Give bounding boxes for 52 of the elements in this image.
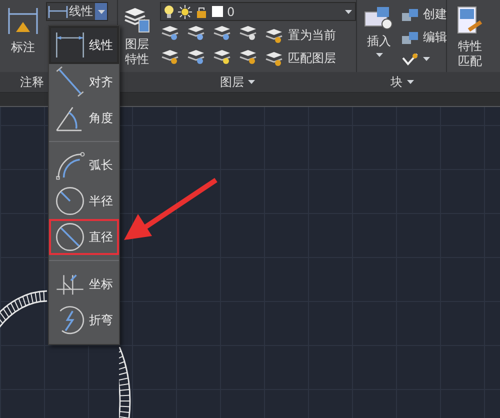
layers-icon — [123, 6, 151, 34]
dimension-button[interactable]: 标注 — [0, 0, 46, 72]
arc-dimension-icon — [53, 149, 87, 181]
menu-item[interactable]: 弧长 — [49, 147, 119, 183]
caret-icon — [406, 80, 414, 84]
linear-dimension-icon — [47, 6, 69, 18]
layers-icon[interactable] — [160, 48, 180, 64]
menu-item[interactable]: 折弯 — [49, 302, 119, 338]
match-properties-icon — [457, 6, 483, 36]
sun-icon — [178, 4, 192, 18]
menu-item[interactable]: 半径 — [49, 183, 119, 219]
layer-command[interactable]: 置为当前 — [264, 27, 336, 44]
panel-title: 注释 — [20, 74, 44, 90]
panel-title[interactable]: 块 — [390, 74, 414, 90]
insert-block-button[interactable]: 插入 — [357, 0, 401, 72]
layers-icon[interactable] — [212, 48, 232, 64]
caret-icon — [423, 57, 430, 61]
dropdown-arrow-icon — [345, 10, 352, 14]
layers-icon[interactable] — [238, 25, 258, 41]
color-swatch — [212, 6, 223, 17]
dimension-icon — [6, 6, 40, 36]
menu-item[interactable]: 线性 — [49, 26, 119, 64]
layers-icon[interactable] — [160, 25, 180, 41]
layer-properties-button[interactable]: 图层特性 — [118, 0, 156, 72]
layers-icon[interactable] — [212, 25, 232, 41]
truss-arc-drawing — [119, 347, 131, 418]
layers-icon — [264, 50, 284, 66]
radius-dimension-icon — [53, 185, 87, 217]
dimension-style-combo[interactable]: 线性 — [46, 2, 108, 21]
menu-item[interactable]: 角度 — [49, 100, 119, 136]
lightbulb-icon — [164, 4, 174, 18]
layers-icon[interactable] — [186, 25, 206, 41]
menu-item[interactable]: 对齐 — [49, 64, 119, 100]
block-icon — [401, 30, 419, 44]
block-icon — [401, 8, 419, 22]
diameter-dimension-icon — [53, 221, 87, 253]
block-insert-icon — [363, 6, 395, 30]
match-properties-button[interactable]: 特性匹配 — [447, 0, 493, 72]
layers-icon — [264, 28, 284, 44]
block-command[interactable]: 创建 — [401, 6, 447, 23]
panel-title[interactable]: 图层 — [220, 74, 255, 90]
caret-icon — [248, 80, 255, 84]
lock-icon — [196, 6, 208, 18]
menu-item[interactable]: 坐标 — [49, 266, 119, 302]
caret-icon — [376, 53, 382, 57]
dropdown-arrow-icon — [98, 10, 104, 14]
menu-item[interactable]: 直径 — [49, 219, 119, 255]
block-command[interactable]: 编辑 — [401, 29, 447, 46]
layers-icon[interactable] — [238, 48, 258, 64]
layer-combo[interactable]: 0 — [160, 2, 356, 21]
layer-command[interactable]: 匹配图层 — [264, 50, 336, 67]
layers-icon[interactable] — [186, 48, 206, 64]
